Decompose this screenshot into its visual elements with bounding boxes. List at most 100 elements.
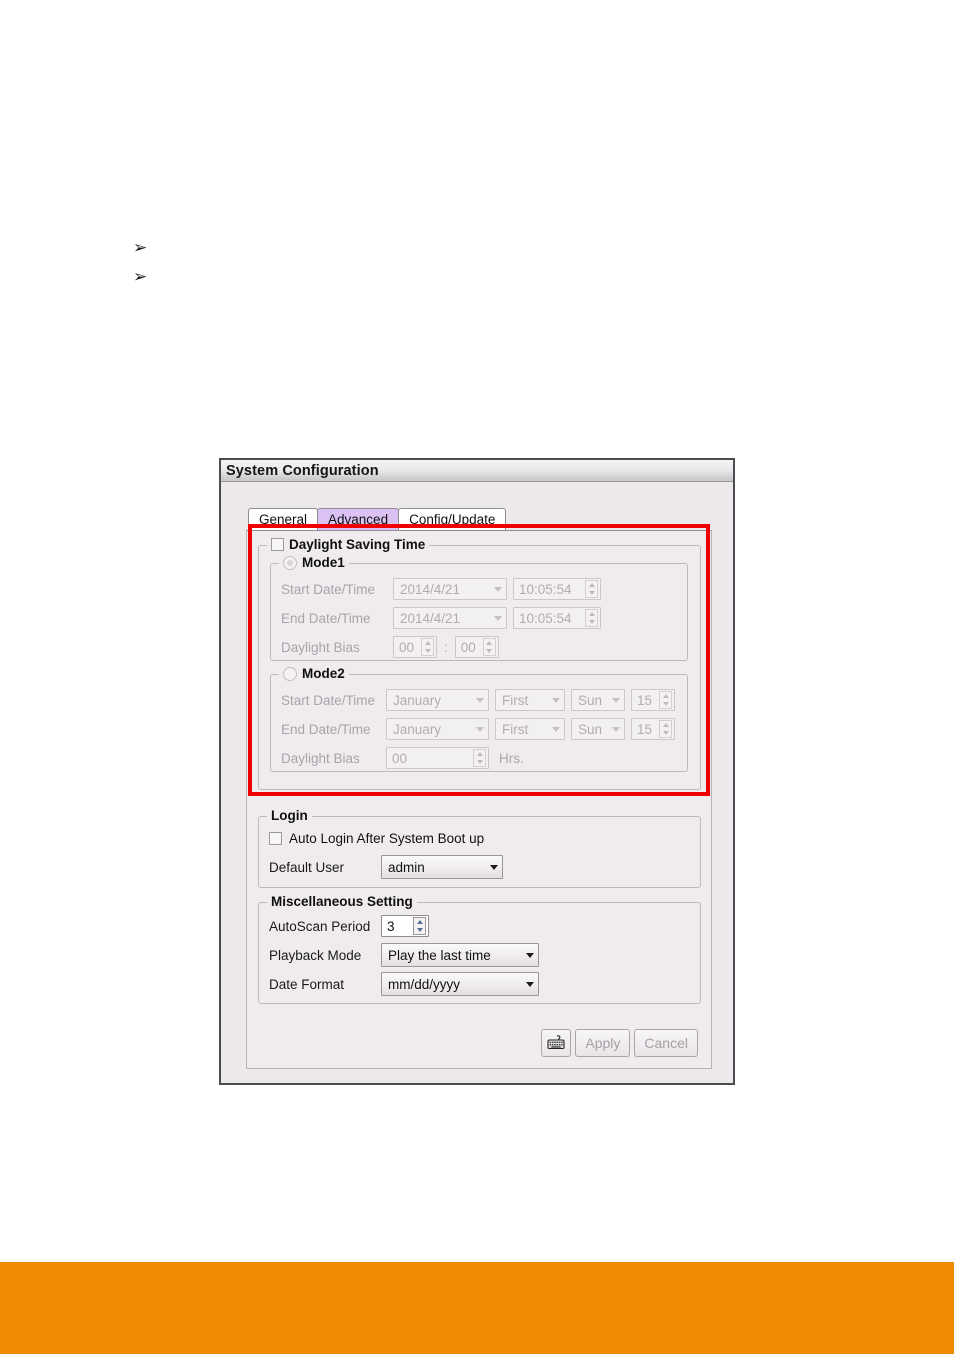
spinner-up-icon	[588, 583, 595, 587]
chevron-down-icon	[526, 952, 534, 958]
tab-general[interactable]: General	[248, 508, 319, 530]
spinner-down-icon	[588, 591, 595, 595]
autoscan-period-field[interactable]: 3	[381, 915, 429, 937]
mode1-end-time-spinner[interactable]	[585, 609, 598, 627]
autoscan-period-row: AutoScan Period 3	[269, 915, 700, 937]
tab-strip: General Advanced Config/Update	[248, 506, 711, 530]
mode1-end-row: End Date/Time 2014/4/21 10:05:54	[281, 607, 687, 629]
playback-mode-row: Playback Mode Play the last time	[269, 943, 700, 967]
date-format-label: Date Format	[269, 976, 345, 992]
chevron-down-icon	[612, 726, 620, 732]
default-user-combo[interactable]: admin	[381, 855, 503, 879]
mode1-bias-label: Daylight Bias	[281, 639, 360, 655]
advanced-tab-panel: Daylight Saving Time Mode1 Start Date/Ti…	[246, 530, 712, 1069]
mode2-start-weekday-value: Sun	[578, 692, 603, 708]
mode2-start-row: Start Date/Time January First Sun 15	[281, 689, 687, 711]
mode2-bias-value: 00	[392, 750, 408, 766]
mode2-start-hour-field[interactable]: 15	[631, 689, 675, 711]
login-group: Login Auto Login After System Boot up De…	[258, 808, 701, 888]
mode2-end-hour-field[interactable]: 15	[631, 718, 675, 740]
virtual-keyboard-button[interactable]	[541, 1029, 572, 1057]
spinner-up-icon	[588, 612, 595, 616]
login-title: Login	[267, 808, 312, 823]
mode2-end-month-combo[interactable]: January	[386, 718, 489, 740]
mode2-start-weekday-combo[interactable]: Sun	[571, 689, 625, 711]
spinner-down-icon	[662, 702, 669, 706]
mode1-start-time-field[interactable]: 10:05:54	[513, 578, 601, 600]
spinner-up-icon	[486, 641, 493, 645]
mode2-end-label: End Date/Time	[281, 721, 371, 737]
chevron-down-icon	[526, 981, 534, 987]
mode1-end-date-combo[interactable]: 2014/4/21	[393, 607, 507, 629]
mode2-end-hour-value: 15	[637, 721, 653, 737]
dialog-titlebar: System Configuration	[221, 460, 733, 482]
spinner-up-icon	[662, 723, 669, 727]
mode1-end-label: End Date/Time	[281, 610, 371, 626]
tab-config-update[interactable]: Config/Update	[398, 508, 507, 530]
auto-login-checkbox[interactable]	[269, 831, 282, 845]
spinner-down-icon	[588, 620, 595, 624]
mode2-bias-field[interactable]: 00	[386, 747, 489, 769]
system-configuration-dialog: System Configuration General Advanced Co…	[219, 458, 735, 1085]
mode2-end-ordinal-combo[interactable]: First	[495, 718, 565, 740]
daylight-saving-time-checkbox[interactable]	[271, 538, 284, 551]
mode2-start-label: Start Date/Time	[281, 692, 376, 708]
mode2-start-hour-value: 15	[637, 692, 653, 708]
mode2-end-hour-spinner[interactable]	[659, 720, 672, 738]
mode2-start-month-value: January	[393, 692, 442, 708]
default-user-label: Default User	[269, 859, 345, 875]
mode2-radio[interactable]	[283, 666, 297, 681]
mode1-bias-hours-spinner[interactable]	[421, 638, 434, 656]
cancel-button[interactable]: Cancel	[634, 1029, 698, 1057]
spinner-down-icon	[662, 731, 669, 735]
mode1-bias-separator: :	[444, 639, 448, 655]
mode2-end-weekday-combo[interactable]: Sun	[571, 718, 625, 740]
virtual-keyboard-icon	[547, 1035, 565, 1050]
tab-advanced[interactable]: Advanced	[317, 508, 400, 530]
mode1-end-time-field[interactable]: 10:05:54	[513, 607, 601, 629]
spinner-down-icon	[476, 760, 483, 764]
mode1-bias-hours-value: 00	[399, 639, 415, 655]
mode2-bias-spinner[interactable]	[473, 749, 486, 767]
mode1-start-row: Start Date/Time 2014/4/21 10:05:54	[281, 578, 687, 600]
chevron-down-icon	[494, 615, 502, 621]
footer-orange-band	[0, 1262, 954, 1354]
mode1-bias-hours-field[interactable]: 00	[393, 636, 437, 658]
mode2-title: Mode2	[279, 666, 349, 681]
mode1-label: Mode1	[302, 555, 345, 570]
mode1-end-time-value: 10:05:54	[519, 610, 572, 626]
mode2-bias-row: Daylight Bias 00 Hrs.	[281, 747, 687, 769]
playback-mode-label: Playback Mode	[269, 947, 362, 963]
autoscan-period-spinner[interactable]	[413, 917, 426, 935]
mode2-group: Mode2 Start Date/Time January First Sun …	[270, 666, 688, 772]
mode2-end-month-value: January	[393, 721, 442, 737]
mode2-start-ordinal-combo[interactable]: First	[495, 689, 565, 711]
mode1-title: Mode1	[279, 555, 349, 570]
playback-mode-combo[interactable]: Play the last time	[381, 943, 539, 967]
mode1-group: Mode1 Start Date/Time 2014/4/21 10:05:54	[270, 555, 688, 661]
mode1-start-label: Start Date/Time	[281, 581, 376, 597]
mode1-start-date-value: 2014/4/21	[400, 581, 461, 597]
dialog-title: System Configuration	[226, 462, 379, 479]
mode1-start-time-spinner[interactable]	[585, 580, 598, 598]
mode2-start-month-combo[interactable]: January	[386, 689, 489, 711]
date-format-combo[interactable]: mm/dd/yyyy	[381, 972, 539, 996]
mode2-start-ordinal-value: First	[502, 692, 529, 708]
mode2-start-hour-spinner[interactable]	[659, 691, 672, 709]
mode2-bias-label: Daylight Bias	[281, 750, 360, 766]
spinner-up-icon	[424, 641, 431, 645]
mode1-radio[interactable]	[283, 555, 297, 570]
mode1-bias-minutes-field[interactable]: 00	[454, 636, 499, 658]
mode1-start-date-combo[interactable]: 2014/4/21	[393, 578, 507, 600]
mode1-end-date-value: 2014/4/21	[400, 610, 461, 626]
spinner-up-icon	[416, 920, 423, 924]
default-user-row: Default User admin	[269, 855, 700, 879]
mode2-end-weekday-value: Sun	[578, 721, 603, 737]
daylight-saving-time-title: Daylight Saving Time	[267, 537, 430, 552]
autoscan-period-value: 3	[387, 918, 395, 934]
spinner-down-icon	[416, 928, 423, 932]
mode1-bias-minutes-spinner[interactable]	[482, 638, 496, 656]
chevron-down-icon	[490, 864, 498, 870]
daylight-saving-time-label: Daylight Saving Time	[289, 537, 426, 552]
apply-button[interactable]: Apply	[575, 1029, 631, 1057]
